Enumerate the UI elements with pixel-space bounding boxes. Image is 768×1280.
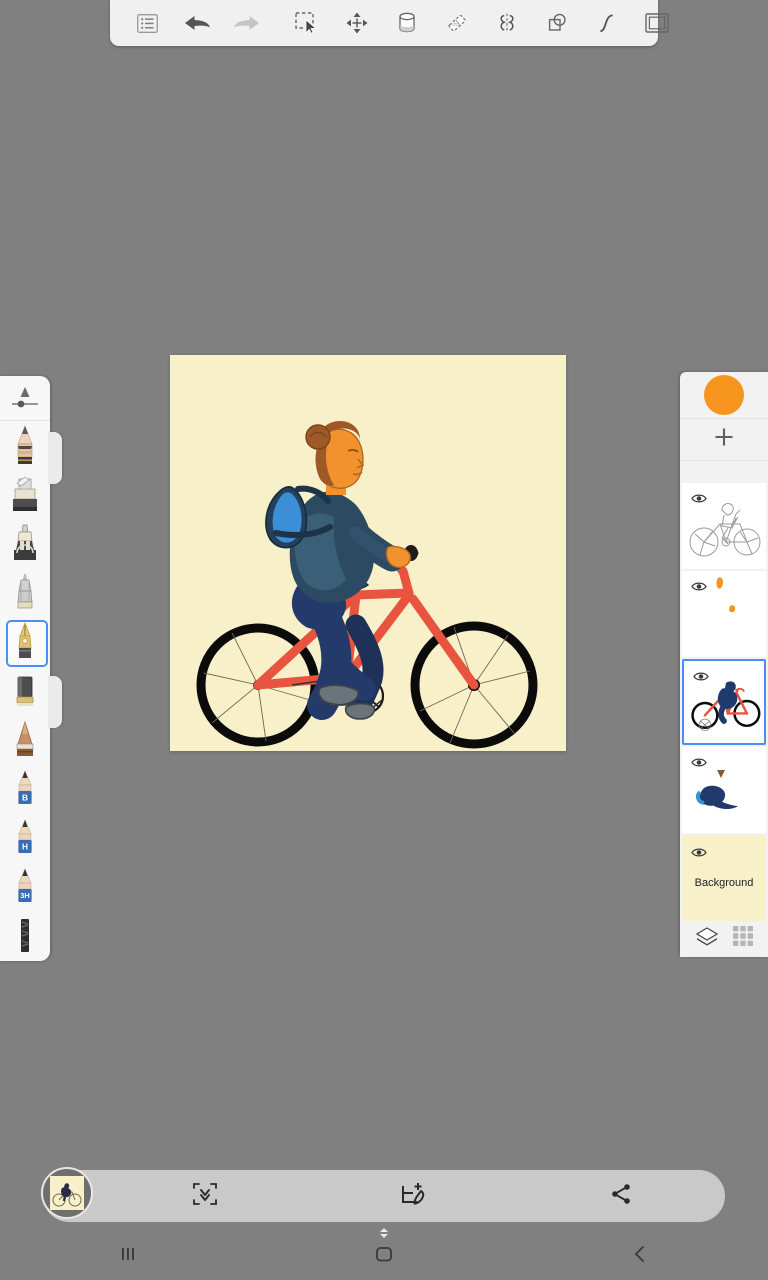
toolbar-group-history — [110, 0, 282, 46]
back-button[interactable] — [512, 1244, 768, 1269]
transform-tool-button[interactable] — [332, 0, 382, 46]
undo-arrow-icon — [182, 13, 212, 33]
eye-visibility-icon[interactable] — [691, 755, 707, 773]
svg-text:3H: 3H — [20, 891, 29, 900]
eye-visibility-icon[interactable] — [693, 669, 709, 687]
brush-size-slider[interactable] — [0, 376, 50, 420]
brush-tool-panel: B H 3H — [0, 376, 62, 961]
symmetry-tool-button[interactable] — [482, 0, 532, 46]
layer-item-detail[interactable] — [682, 746, 766, 833]
bottom-action-bar — [41, 1167, 725, 1222]
redo-arrow-icon — [232, 13, 262, 33]
back-icon — [631, 1244, 649, 1269]
canvas-button[interactable] — [632, 0, 682, 46]
drawing-canvas[interactable] — [170, 355, 566, 751]
layers-panel: Background — [680, 372, 768, 957]
pencil-tool-icon — [17, 424, 33, 464]
brush-tool-airbrush[interactable] — [0, 519, 50, 568]
brush-tool-eraser-block[interactable] — [0, 666, 50, 715]
new-drawing-button[interactable] — [309, 1170, 517, 1222]
shapes-overlap-icon — [545, 11, 569, 35]
eraser-icon — [445, 11, 469, 35]
pencil-b-tool-icon: B — [18, 769, 32, 804]
artwork-illustration — [170, 355, 566, 751]
grid-view-icon — [732, 925, 754, 952]
layers-list-icon — [136, 13, 158, 33]
eye-visibility-icon[interactable] — [691, 845, 707, 863]
grid-view-button[interactable] — [732, 925, 754, 952]
curve-stroke-icon — [597, 11, 617, 35]
layers-list-button[interactable] — [122, 0, 172, 46]
layers-list: Background — [680, 482, 768, 921]
brush-tool-charcoal[interactable] — [0, 911, 50, 960]
fit-screen-button[interactable] — [101, 1170, 309, 1222]
brush-tool-fountain-pen[interactable] — [0, 617, 50, 667]
undo-button[interactable] — [172, 0, 222, 46]
brush-panel-tab-1[interactable] — [48, 432, 62, 484]
redo-button[interactable] — [222, 0, 272, 46]
layer-label-background: Background — [694, 876, 754, 889]
toolbar-group-canvas — [632, 0, 682, 46]
marquee-select-icon — [295, 12, 319, 34]
home-icon — [374, 1244, 394, 1269]
svg-text:B: B — [22, 792, 28, 802]
eye-visibility-icon[interactable] — [691, 579, 707, 597]
layer-item-sketch[interactable] — [682, 482, 766, 569]
ink-pen-tool-icon — [17, 573, 33, 608]
canvas-frame-icon — [645, 13, 669, 33]
shapes-tool-button[interactable] — [532, 0, 582, 46]
fill-tool-button[interactable] — [382, 0, 432, 46]
top-toolbar — [110, 0, 669, 46]
brush-tool-pencil-b[interactable]: B — [0, 764, 50, 813]
layers-stack-icon — [695, 926, 719, 951]
svg-text:H: H — [22, 841, 28, 851]
layers-stack-button[interactable] — [695, 926, 719, 951]
recents-icon — [118, 1245, 138, 1268]
fountain-pen-tool-icon — [18, 621, 32, 658]
brush-tool-ink-pen[interactable] — [0, 568, 50, 617]
share-button[interactable] — [517, 1170, 725, 1222]
artwork-thumbnail — [50, 1176, 84, 1210]
pencil-h-tool-icon: H — [18, 818, 32, 853]
color-swatch-button[interactable] — [680, 372, 768, 420]
brush-size-slider-icon — [8, 384, 42, 419]
brush-tool-flat-brush[interactable] — [0, 715, 50, 764]
select-tool-button[interactable] — [282, 0, 332, 46]
pencil-3h-tool-icon: 3H — [18, 867, 32, 902]
flat-brush-tool-icon — [16, 720, 34, 756]
eraser-block-tool-icon — [16, 676, 34, 706]
color-swatch — [704, 375, 744, 416]
brush-tool-pencil-h[interactable]: H — [0, 813, 50, 862]
symmetry-mirror-icon — [495, 11, 519, 35]
eye-visibility-icon[interactable] — [691, 491, 707, 509]
paint-bucket-icon — [395, 11, 419, 35]
share-icon — [609, 1182, 633, 1211]
add-layer-button[interactable] — [680, 419, 768, 461]
marker-tool-icon — [13, 476, 37, 511]
layer-item-highlights[interactable] — [682, 570, 766, 657]
move-arrows-icon — [345, 11, 369, 35]
artwork-thumbnail-button[interactable] — [41, 1167, 93, 1219]
home-button[interactable] — [256, 1244, 512, 1269]
brush-tool-marker[interactable] — [0, 470, 50, 519]
brush-tool-pencil[interactable] — [0, 421, 50, 470]
layer-item-color[interactable] — [682, 658, 766, 745]
brush-panel-tab-2[interactable] — [48, 676, 62, 728]
eraser-tool-button[interactable] — [432, 0, 482, 46]
toolbar-group-edit-tools — [282, 0, 632, 46]
layer-item-background[interactable]: Background — [682, 834, 766, 921]
android-navigation-bar — [0, 1232, 768, 1280]
layers-panel-footer — [680, 920, 768, 957]
fit-screen-icon — [192, 1181, 218, 1212]
plus-icon — [712, 425, 736, 454]
recents-button[interactable] — [0, 1245, 256, 1268]
brush-tool-pencil-3h[interactable]: 3H — [0, 862, 50, 911]
charcoal-tool-icon — [21, 918, 29, 952]
curve-tool-button[interactable] — [582, 0, 632, 46]
bottom-bar-buttons — [101, 1170, 725, 1222]
add-drawing-icon — [399, 1180, 427, 1213]
airbrush-tool-icon — [14, 524, 36, 560]
layers-panel-spacer — [680, 461, 768, 483]
